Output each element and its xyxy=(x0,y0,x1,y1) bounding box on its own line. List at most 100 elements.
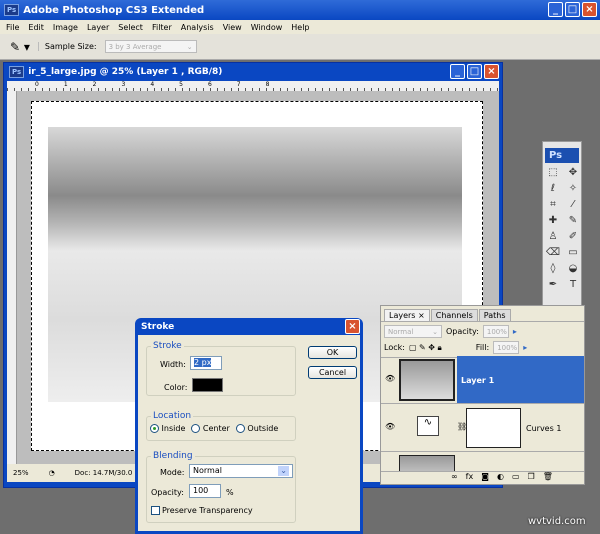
tab-paths[interactable]: Paths xyxy=(478,309,511,321)
zoom-level[interactable]: 25% xyxy=(13,469,29,477)
healing-brush-tool-icon[interactable]: ✚ xyxy=(545,215,561,229)
radio-center[interactable]: Center xyxy=(191,424,230,433)
ruler-tick: 1 xyxy=(63,81,68,88)
radio-outside-label: Outside xyxy=(247,424,279,433)
type-tool-icon[interactable]: T xyxy=(565,279,581,293)
layer-row-curves1[interactable]: 👁︎ ∿ ⛓︎ Curves 1 xyxy=(381,404,584,452)
radio-inside[interactable]: Inside xyxy=(150,424,185,433)
width-input[interactable]: 2 px xyxy=(190,356,222,370)
menu-edit[interactable]: Edit xyxy=(28,23,44,32)
lock-icons[interactable]: ▢ ✎ ✥ 🔒︎ xyxy=(409,343,442,353)
trash-icon[interactable]: 🗑︎ xyxy=(543,472,553,481)
brush-tool-icon[interactable]: ✎ xyxy=(565,215,581,229)
fx-icon[interactable]: fx xyxy=(466,472,474,481)
new-group-icon[interactable]: ▭ xyxy=(512,472,520,481)
ruler-tick: 4 xyxy=(150,81,155,88)
color-label: Color: xyxy=(164,383,188,392)
blur-tool-icon[interactable]: ◊ xyxy=(545,263,561,277)
link-layers-icon[interactable]: ∞ xyxy=(451,472,458,481)
maximize-button[interactable]: □ xyxy=(565,2,580,17)
ruler-tick: 2 xyxy=(92,81,97,88)
doc-maximize-button[interactable]: □ xyxy=(467,64,482,79)
cancel-button[interactable]: Cancel xyxy=(308,366,357,379)
menu-bar: File Edit Image Layer Select Filter Anal… xyxy=(0,20,600,34)
marquee-tool-icon[interactable]: ⬚ xyxy=(545,167,561,181)
history-brush-tool-icon[interactable]: ✐ xyxy=(565,231,581,245)
document-icon: Ps xyxy=(9,66,25,78)
blending-group: Blending Mode: Normal ⌄ Opacity: 100 % Pr… xyxy=(146,451,296,523)
menu-layer[interactable]: Layer xyxy=(87,23,109,32)
stroke-group-label: Stroke xyxy=(153,341,182,351)
layer-name: Curves 1 xyxy=(526,424,562,433)
lasso-tool-icon[interactable]: ℓ xyxy=(545,183,561,197)
opacity-arrow-icon[interactable]: ▸ xyxy=(513,327,517,336)
menu-file[interactable]: File xyxy=(6,23,19,32)
crop-tool-icon[interactable]: ⌗ xyxy=(545,199,561,213)
dodge-tool-icon[interactable]: ◒ xyxy=(565,263,581,277)
stroke-group: Stroke Width: 2 px Color: xyxy=(146,341,296,396)
menu-analysis[interactable]: Analysis xyxy=(181,23,214,32)
radio-outside[interactable]: Outside xyxy=(235,424,279,433)
stamp-tool-icon[interactable]: ♙ xyxy=(545,231,561,245)
doc-minimize-button[interactable]: _ xyxy=(450,64,465,79)
new-layer-icon[interactable]: ❐ xyxy=(528,472,535,481)
dialog-close-button[interactable]: × xyxy=(345,319,360,334)
fill-input[interactable]: 100% xyxy=(493,341,520,354)
slice-tool-icon[interactable]: ⁄ xyxy=(565,199,581,213)
ruler-tick: 8 xyxy=(265,81,270,88)
layer-name: Layer 1 xyxy=(461,376,495,385)
opacity-unit: % xyxy=(226,488,234,497)
menu-filter[interactable]: Filter xyxy=(152,23,172,32)
ruler-tick: 0 xyxy=(35,81,39,88)
layer-thumbnail xyxy=(399,455,455,471)
layer-opacity-input[interactable]: 100% xyxy=(482,325,509,338)
move-tool-icon[interactable]: ✥ xyxy=(565,167,581,181)
stroke-color-swatch[interactable] xyxy=(192,378,223,392)
eyedropper-tool-icon[interactable]: ✎ ▾ xyxy=(10,40,30,54)
app-title: Adobe Photoshop CS3 Extended xyxy=(23,4,205,16)
menu-help[interactable]: Help xyxy=(291,23,309,32)
mode-select[interactable]: Normal ⌄ xyxy=(189,464,293,478)
ok-button[interactable]: OK xyxy=(308,346,357,359)
blend-mode-select[interactable]: Normal ⌄ xyxy=(384,325,442,338)
preserve-transparency-checkbox[interactable]: Preserve Transparency xyxy=(151,506,253,515)
menu-image[interactable]: Image xyxy=(53,23,78,32)
fill-arrow-icon[interactable]: ▸ xyxy=(523,343,527,352)
sample-size-select[interactable]: 3 by 3 Average ⌄ xyxy=(104,40,197,53)
gradient-tool-icon[interactable]: ▭ xyxy=(565,247,581,261)
menu-view[interactable]: View xyxy=(223,23,242,32)
radio-inside-label: Inside xyxy=(161,424,186,433)
dialog-title: Stroke xyxy=(141,321,175,332)
eraser-tool-icon[interactable]: ⌫ xyxy=(545,247,561,261)
tab-layers[interactable]: Layers × xyxy=(384,309,430,321)
options-bar: ✎ ▾ Sample Size: 3 by 3 Average ⌄ xyxy=(0,34,600,60)
stroke-dialog: Stroke × Stroke Width: 2 px Color: Locat… xyxy=(135,318,363,534)
layer-row-layer1[interactable]: 👁︎ Layer 1 xyxy=(381,356,584,404)
doc-close-button[interactable]: × xyxy=(484,64,499,79)
visibility-eye-icon[interactable]: 👁︎ xyxy=(385,374,395,383)
vertical-ruler xyxy=(7,91,17,464)
visibility-eye-icon[interactable]: 👁︎ xyxy=(385,422,395,431)
add-mask-icon[interactable]: ◙ xyxy=(481,472,489,481)
adjustment-layer-icon[interactable]: ◐ xyxy=(497,472,504,481)
blending-group-label: Blending xyxy=(153,451,193,461)
menu-select[interactable]: Select xyxy=(118,23,143,32)
location-group: Location Inside Center Outside xyxy=(146,411,296,441)
opacity-input[interactable]: 100 xyxy=(189,484,221,498)
status-menu-icon[interactable]: ◔ xyxy=(49,469,55,477)
close-button[interactable]: × xyxy=(582,2,597,17)
magic-wand-tool-icon[interactable]: ✧ xyxy=(565,183,581,197)
tab-channels[interactable]: Channels xyxy=(430,309,478,321)
pen-tool-icon[interactable]: ✒ xyxy=(545,279,561,293)
photoshop-logo-icon: Ps xyxy=(4,4,20,16)
mode-value: Normal xyxy=(193,466,222,475)
ruler-tick: 7 xyxy=(236,81,241,88)
blend-mode-value: Normal xyxy=(388,327,414,336)
menu-window[interactable]: Window xyxy=(251,23,283,32)
minimize-button[interactable]: _ xyxy=(548,2,563,17)
layer-row-background[interactable] xyxy=(381,452,584,472)
layers-panel: Layers × Channels Paths Normal ⌄ Opacity: 1… xyxy=(380,305,585,485)
layers-footer: ∞ fx ◙ ◐ ▭ ❐ 🗑︎ xyxy=(451,472,553,481)
ruler-tick: 3 xyxy=(121,81,126,88)
tools-panel: Ps ⬚ ✥ ℓ ✧ ⌗ ⁄ ✚ ✎ ♙ ✐ ⌫ ▭ ◊ ◒ ✒ T xyxy=(542,141,582,309)
